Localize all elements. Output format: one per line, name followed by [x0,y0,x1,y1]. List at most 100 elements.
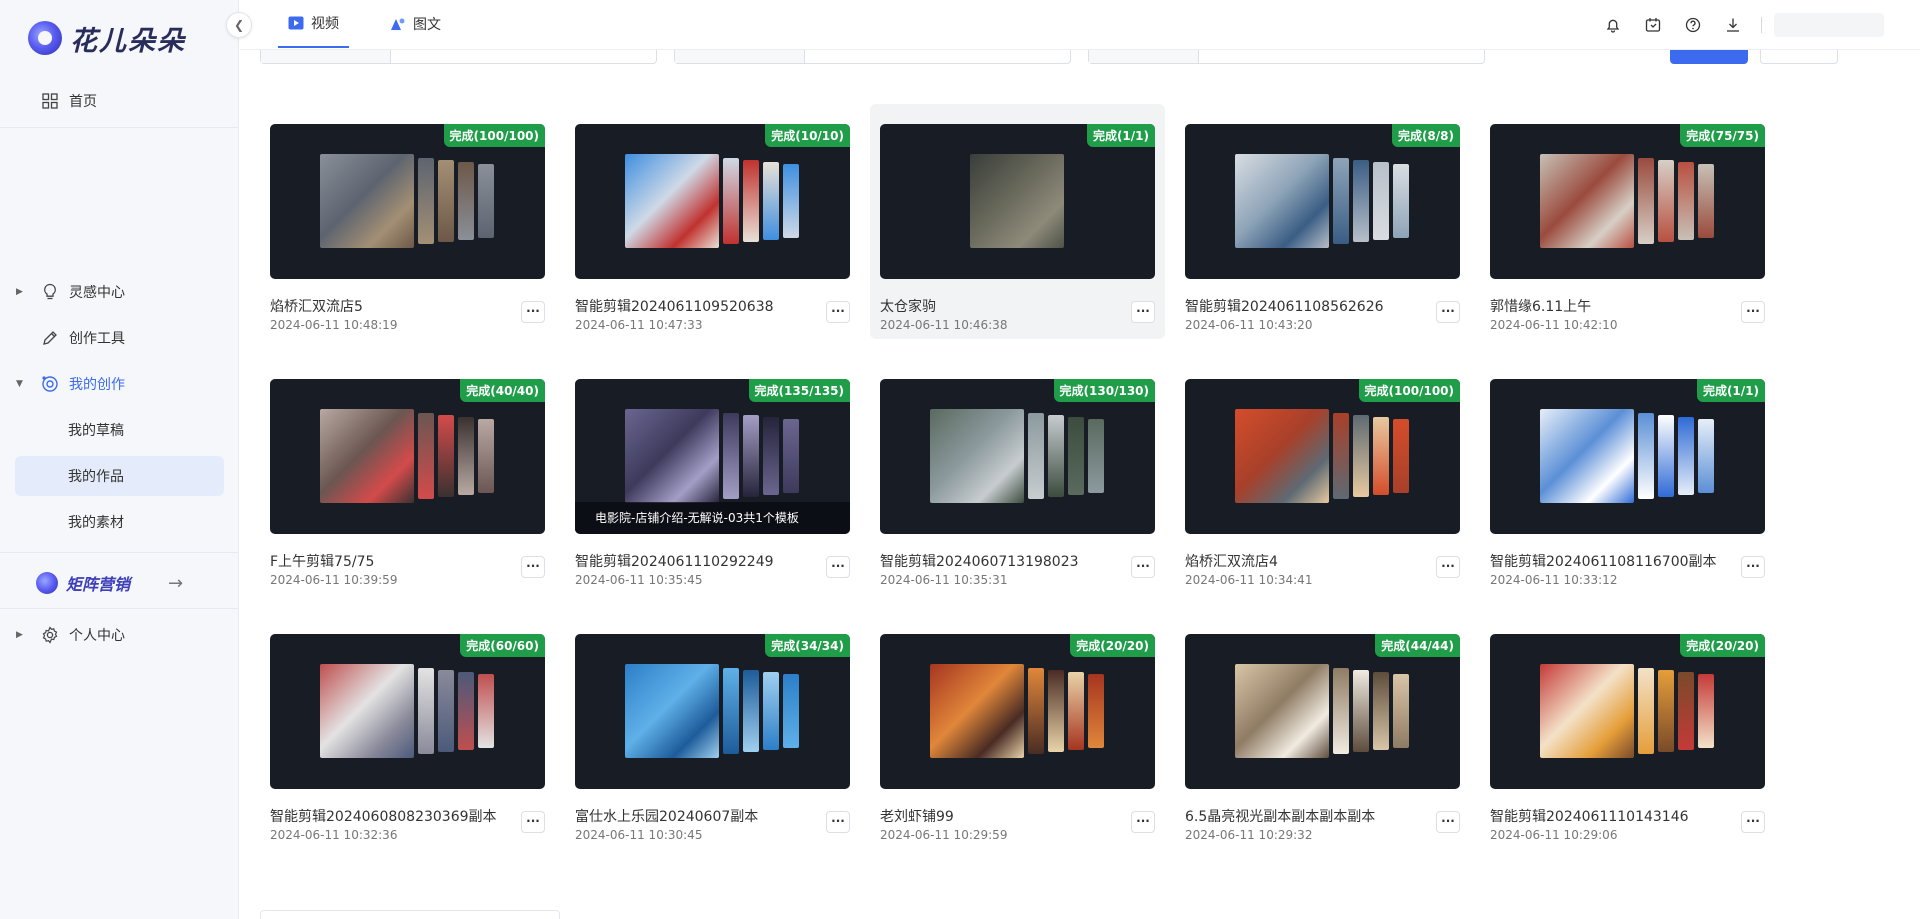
thumbnail-strip [723,668,739,754]
thumbnail-strip [763,417,779,495]
work-card[interactable]: 完成(40/40) F上午剪辑75/75 2024-06-11 10:39:59 ··… [270,369,565,604]
work-card[interactable]: 完成(1/1) 智能剪辑2024061108116700副本 2024-06-11 … [1490,369,1785,604]
gear-icon [40,625,60,645]
more-options-button[interactable]: ··· [1741,811,1765,833]
more-options-button[interactable]: ··· [1741,556,1765,578]
video-thumbnail[interactable]: 完成(135/135) 电影院-店铺介绍-无解说-03共1个模板 [575,379,850,534]
download-icon[interactable] [1713,10,1753,40]
status-badge: 完成(20/20) [1680,634,1765,657]
user-menu[interactable] [1774,13,1884,37]
thumbnail-strip [1393,419,1409,493]
more-options-button[interactable]: ··· [826,301,850,323]
video-thumbnail[interactable]: 完成(100/100) [1185,379,1460,534]
more-options-button[interactable]: ··· [1131,301,1155,323]
thumbnail-strip [783,419,799,493]
status-badge: 完成(1/1) [1696,379,1765,402]
sidebar-collapse-button[interactable]: ❮ [226,12,252,38]
video-thumbnail[interactable]: 完成(8/8) [1185,124,1460,279]
sidebar-item-inspiration[interactable]: ▶ 灵感中心 [16,272,224,312]
sidebar-subitem-label: 我的草稿 [68,423,124,439]
thumbnail-strip [1068,417,1084,495]
more-options-button[interactable]: ··· [1131,556,1155,578]
sidebar-subitem-label: 我的作品 [68,469,124,485]
video-thumbnail[interactable]: 完成(34/34) [575,634,850,789]
template-caption: 电影院-店铺介绍-无解说-03共1个模板 [575,502,850,534]
work-card[interactable]: 完成(34/34) 富仕水上乐园20240607副本 2024-06-11 10:3… [575,624,870,859]
thumbnail-strip [1658,415,1674,497]
video-thumbnail[interactable]: 完成(1/1) [880,124,1155,279]
help-icon[interactable] [1673,10,1713,40]
work-timestamp: 2024-06-11 10:30:45 [575,828,703,842]
more-options-button[interactable]: ··· [1436,811,1460,833]
work-card[interactable]: 完成(75/75) 郭惜缘6.11上午 2024-06-11 10:42:10 ··· [1490,114,1785,349]
more-options-button[interactable]: ··· [521,556,545,578]
work-card[interactable]: 完成(10/10) 智能剪辑2024061109520638 2024-06-11 … [575,114,870,349]
thumbnail-strip [1028,668,1044,754]
more-options-button[interactable]: ··· [1741,301,1765,323]
status-badge: 完成(135/135) [748,379,850,402]
brand-logo[interactable]: 花儿朵朵 [28,18,186,58]
video-thumbnail[interactable]: 完成(20/20) [880,634,1155,789]
matrix-marketing-link[interactable]: 矩阵营销 → [36,568,183,598]
sidebar-subitem-drafts[interactable]: 我的草稿 [15,410,224,450]
matrix-marketing-label: 矩阵营销 [66,575,131,594]
more-options-button[interactable]: ··· [1436,301,1460,323]
more-options-button[interactable]: ··· [521,811,545,833]
tab-label: 视频 [311,16,339,32]
thumbnail-strip [1658,160,1674,242]
thumbnail-strip [1658,670,1674,752]
sidebar-item-personal[interactable]: ▶ 个人中心 [16,615,224,655]
sidebar-item-my-creation[interactable]: ▼ 我的创作 [16,364,224,404]
image-text-icon [390,17,406,31]
thumbnail-main-frame [625,154,719,248]
tab-image-text[interactable]: 图文 [380,0,451,48]
thumbnail-strip [478,674,494,748]
status-badge: 完成(40/40) [460,379,545,402]
thumbnail-strip [1373,162,1389,240]
work-title: 智能剪辑2024061108562626 [1185,299,1384,315]
thumbnail-strip [1698,164,1714,238]
more-options-button[interactable]: ··· [1131,811,1155,833]
video-thumbnail[interactable]: 完成(1/1) [1490,379,1765,534]
thumbnail-strip [1048,415,1064,497]
brand-name: 花儿朵朵 [70,25,186,57]
video-thumbnail[interactable]: 完成(130/130) [880,379,1155,534]
more-options-button[interactable]: ··· [1436,556,1460,578]
video-thumbnail[interactable]: 完成(20/20) [1490,634,1765,789]
tab-video[interactable]: 视频 [278,0,349,48]
work-card[interactable]: 完成(44/44) 6.5晶亮视光副本副本副本副本 2024-06-11 10:29… [1185,624,1480,859]
work-card[interactable]: 完成(1/1) 太仓家驹 2024-06-11 10:46:38 ··· [870,104,1165,339]
video-thumbnail[interactable]: 完成(75/75) [1490,124,1765,279]
more-options-button[interactable]: ··· [826,811,850,833]
video-thumbnail[interactable]: 完成(40/40) [270,379,545,534]
calendar-icon[interactable] [1633,10,1673,40]
sidebar-subitem-materials[interactable]: 我的素材 [15,502,224,542]
work-card[interactable]: 完成(60/60) 智能剪辑2024060808230369副本 2024-06-1… [270,624,565,859]
work-card[interactable]: 完成(130/130) 智能剪辑2024060713198023 2024-06-1… [880,369,1175,604]
sidebar-item-home[interactable]: 首页 [16,81,224,121]
work-card[interactable]: 完成(20/20) 老刘虾铺99 2024-06-11 10:29:59 ··· [880,624,1175,859]
video-thumbnail[interactable]: 完成(100/100) [270,124,545,279]
sidebar-subitem-works[interactable]: 我的作品 [15,456,224,496]
status-badge: 完成(75/75) [1680,124,1765,147]
bell-icon[interactable] [1593,10,1633,40]
work-card[interactable]: 完成(100/100) 焰桥汇双流店5 2024-06-11 10:48:19 ··· [270,114,565,349]
thumbnail-strip [438,670,454,752]
video-thumbnail[interactable]: 完成(60/60) [270,634,545,789]
video-thumbnail[interactable]: 完成(10/10) [575,124,850,279]
sidebar-item-label: 创作工具 [69,331,125,347]
work-timestamp: 2024-06-11 10:39:59 [270,573,398,587]
sidebar-item-tools[interactable]: 创作工具 [16,318,224,358]
more-options-button[interactable]: ··· [826,556,850,578]
work-card[interactable]: 完成(20/20) 智能剪辑2024061110143146 2024-06-11 … [1490,624,1785,859]
video-thumbnail[interactable]: 完成(44/44) [1185,634,1460,789]
pagination-box[interactable] [260,910,560,919]
work-card[interactable]: 完成(8/8) 智能剪辑2024061108562626 2024-06-11 10… [1185,114,1480,349]
work-card[interactable]: 完成(100/100) 焰桥汇双流店4 2024-06-11 10:34:41 ··· [1185,369,1480,604]
thumbnail-strip [1353,415,1369,497]
work-title: 智能剪辑2024061110143146 [1490,809,1689,825]
thumbnail-strip [1678,672,1694,750]
more-options-button[interactable]: ··· [521,301,545,323]
work-card[interactable]: 完成(135/135) 电影院-店铺介绍-无解说-03共1个模板 智能剪辑20240… [575,369,870,604]
sidebar: 花儿朵朵 首页 ▶ 灵感中心 创作工具 ▼ 我的创作 我的草稿 我的作品 我的素… [0,0,239,919]
